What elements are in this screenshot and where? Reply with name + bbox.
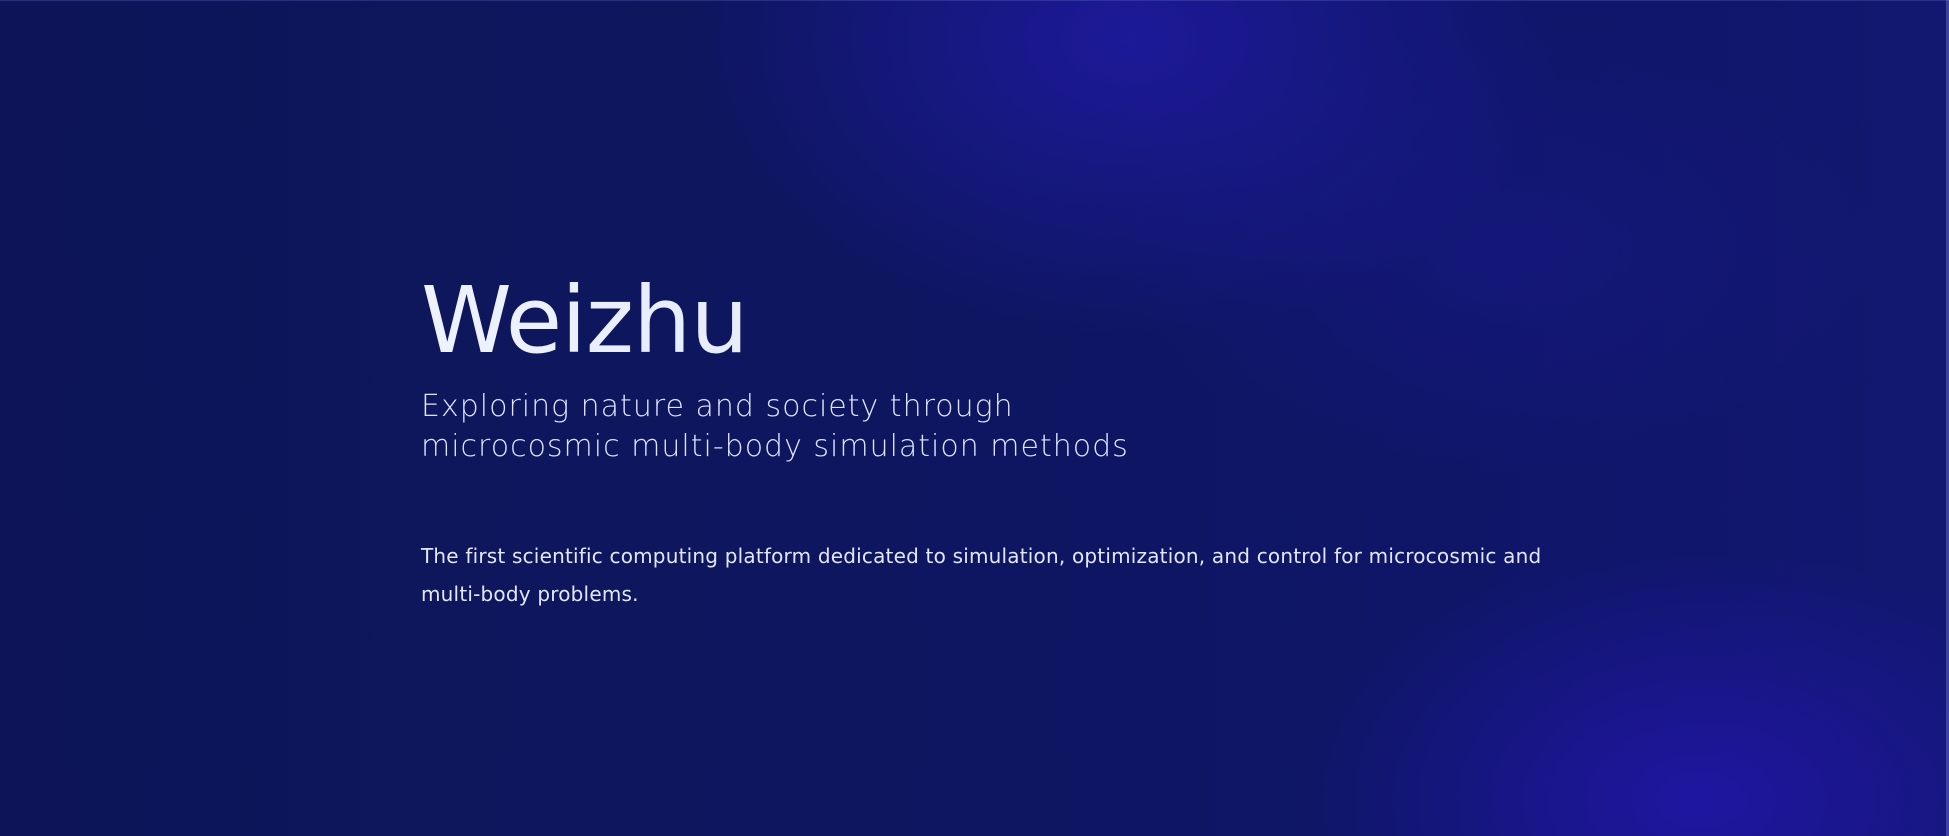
hero-content: Weizhu Exploring nature and society thro… (421, 263, 1621, 613)
hero-tagline: Exploring nature and society through mic… (421, 387, 1621, 467)
tagline-line-2: microcosmic multi-body simulation method… (421, 429, 1129, 464)
hero-description: The first scientific computing platform … (421, 544, 1542, 606)
brand-title: Weizhu (421, 263, 1621, 379)
hero-banner: Weizhu Exploring nature and society thro… (0, 0, 1949, 836)
top-border (0, 0, 1949, 1)
tagline-line-1: Exploring nature and society through (421, 389, 1014, 424)
